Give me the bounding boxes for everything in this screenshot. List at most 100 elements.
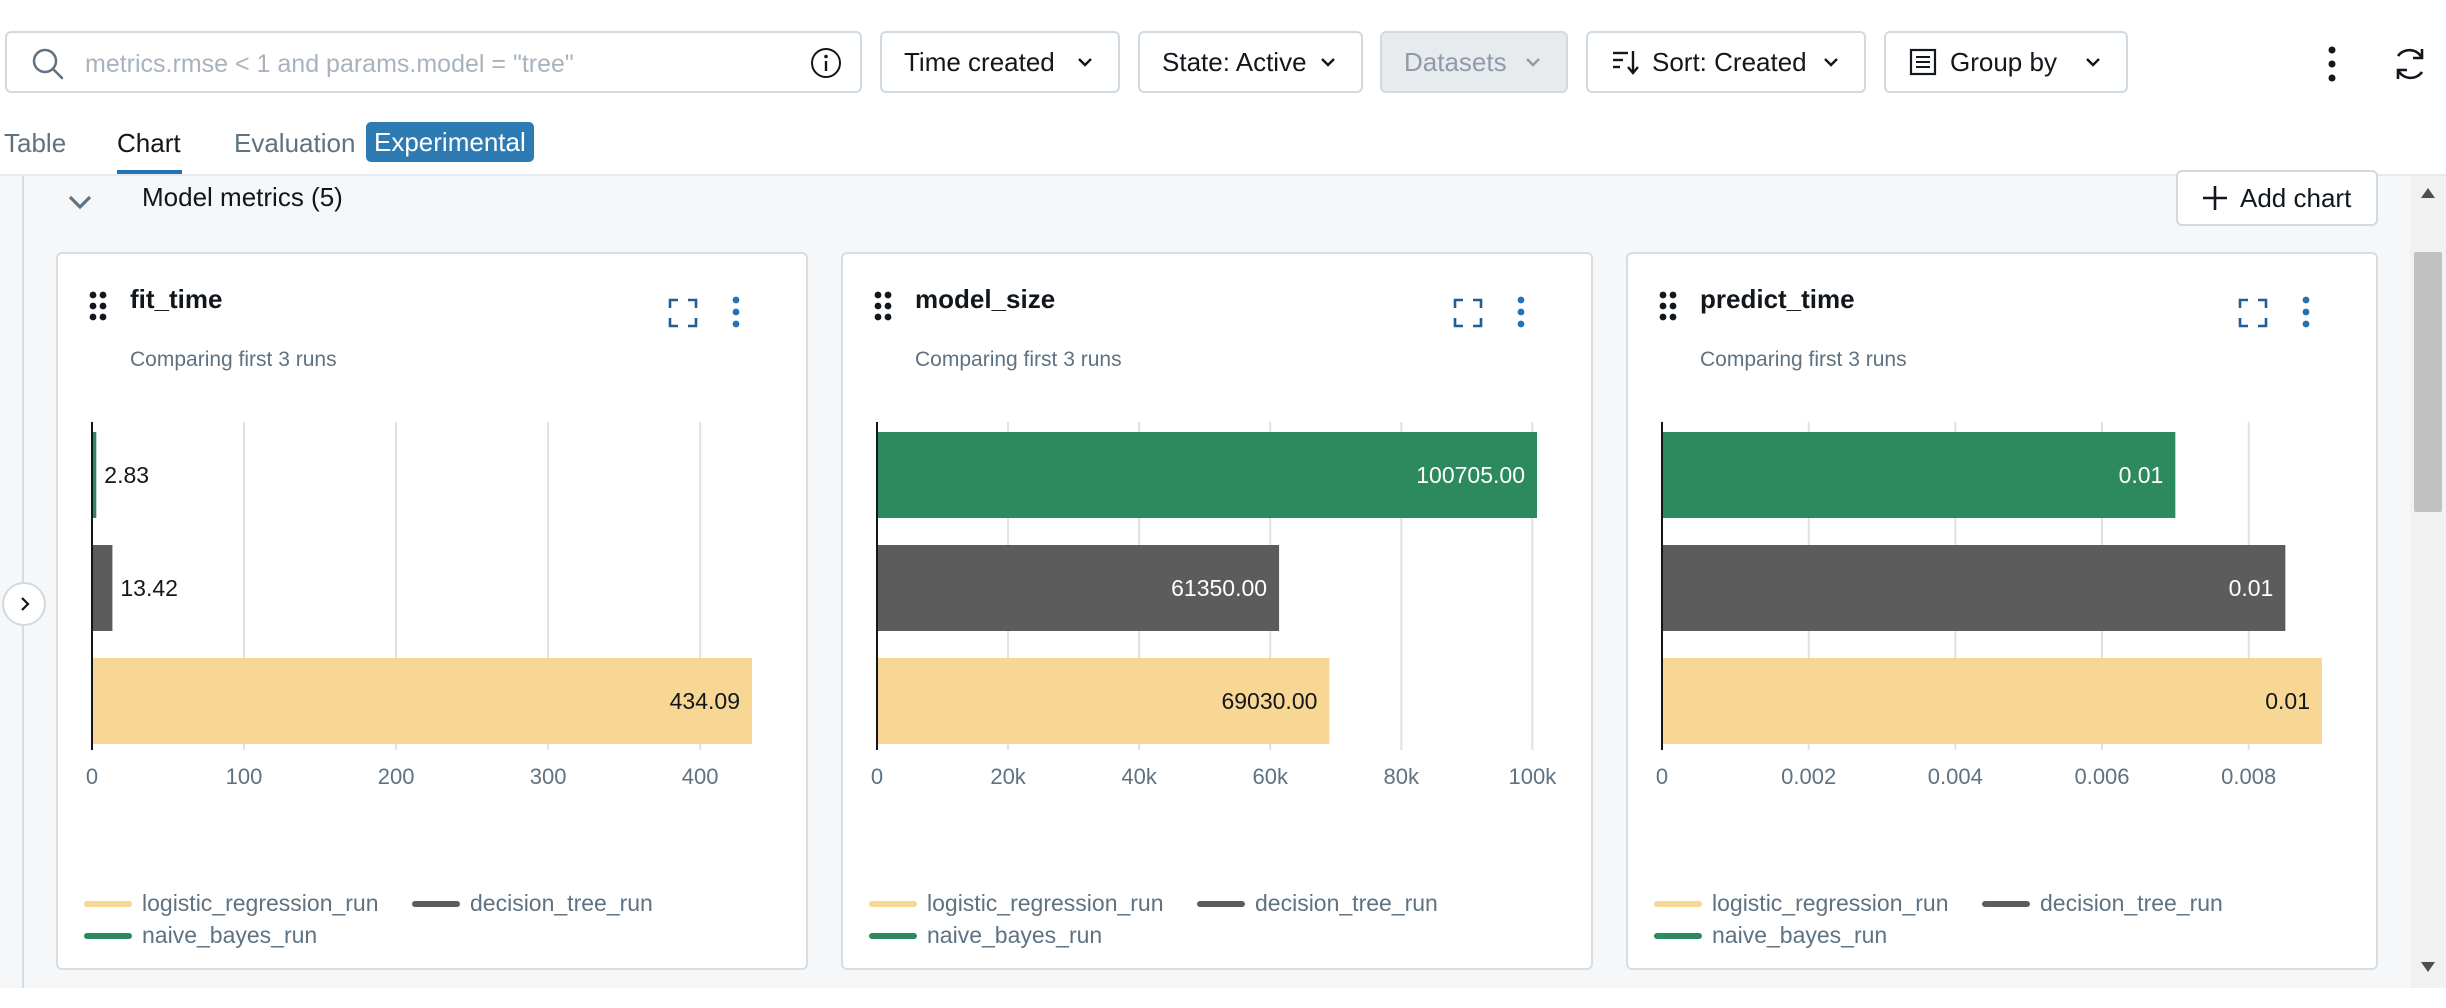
x-tick-label: 100: [226, 764, 263, 789]
legend-item[interactable]: decision_tree_run: [1982, 890, 2223, 917]
bar-chart: 0 100 200 300 400 2.83 13.42 434.09: [86, 422, 752, 789]
state-dropdown[interactable]: State: Active: [1138, 31, 1363, 93]
group-by-dropdown[interactable]: Group by: [1884, 31, 2128, 93]
x-tick-label: 200: [378, 764, 415, 789]
time-created-dropdown[interactable]: Time created: [880, 31, 1120, 93]
info-icon[interactable]: [809, 46, 843, 80]
bar-naive-bayes-run: [1662, 432, 2176, 518]
experimental-badge: Experimental: [366, 122, 534, 162]
legend-swatch: [412, 900, 460, 907]
x-tick-label: 300: [530, 764, 567, 789]
tab-chart[interactable]: Chart: [117, 128, 181, 159]
legend-item[interactable]: logistic_regression_run: [84, 890, 379, 917]
add-chart-label: Add chart: [2240, 182, 2352, 213]
chevron-down-icon: [1824, 58, 1838, 67]
bar-value-label: 100705.00: [1416, 462, 1525, 488]
x-tick-label: 0: [871, 764, 883, 789]
datasets-dropdown[interactable]: Datasets: [1380, 31, 1568, 93]
scrollbar-thumb[interactable]: [2414, 252, 2442, 512]
legend-item[interactable]: naive_bayes_run: [1654, 922, 1887, 949]
legend-swatch: [1654, 932, 1702, 939]
bar-value-label: 434.09: [670, 688, 740, 714]
plus-icon: [2203, 186, 2227, 210]
legend-swatch: [1197, 900, 1245, 907]
sort-dropdown[interactable]: Sort: Created: [1586, 31, 1866, 93]
x-tick-label: 0.006: [2074, 764, 2129, 789]
legend-label: logistic_regression_run: [1712, 890, 1949, 916]
x-tick-label: 80k: [1384, 764, 1420, 789]
x-tick-label: 0.004: [1928, 764, 1983, 789]
x-tick-label: 40k: [1121, 764, 1157, 789]
bar-logistic-regression-run: [92, 658, 752, 744]
search-icon: [32, 48, 64, 80]
expand-sidebar-button[interactable]: [2, 582, 46, 626]
bar-value-label: 61350.00: [1171, 575, 1267, 601]
vertical-scrollbar[interactable]: [2410, 176, 2446, 988]
legend-swatch: [1654, 900, 1702, 907]
search-input[interactable]: [83, 45, 777, 83]
section-title: Model metrics (5): [142, 182, 343, 212]
bar-decision-tree-run: [1662, 545, 2286, 631]
legend-label: decision_tree_run: [470, 890, 653, 916]
x-tick-label: 400: [682, 764, 719, 789]
chart-card-fit-time: fit_time Comparing first 3 runs 0 100 200 3…: [56, 252, 808, 970]
legend-swatch: [84, 932, 132, 939]
view-tabs: Table Chart Evaluation Experimental: [0, 120, 2446, 175]
legend-swatch: [869, 932, 917, 939]
x-tick-label: 0: [1656, 764, 1668, 789]
x-tick-label: 0: [86, 764, 98, 789]
chevron-down-icon: [2086, 58, 2100, 67]
sort-icon: [1613, 51, 1639, 75]
chart-card-predict-time: predict_time Comparing first 3 runs 0 0.0…: [1626, 252, 2378, 970]
state-label: State: Active: [1162, 46, 1307, 77]
chevron-right-icon: [21, 597, 30, 611]
x-tick-label: 60k: [1252, 764, 1288, 789]
scroll-down-icon[interactable]: [2420, 960, 2436, 974]
chevron-down-icon: [1078, 58, 1092, 67]
x-tick-label: 20k: [990, 764, 1026, 789]
chart-card-model-size: model_size Comparing first 3 runs 0 20k 40…: [841, 252, 1593, 970]
legend-item[interactable]: decision_tree_run: [1197, 890, 1438, 917]
chart-area: Model metrics (5) Add chart fit_time Com…: [0, 170, 2446, 988]
tab-table[interactable]: Table: [4, 128, 66, 159]
legend-item[interactable]: logistic_regression_run: [869, 890, 1164, 917]
legend-label: decision_tree_run: [2040, 890, 2223, 916]
list-icon: [1909, 48, 1937, 76]
group-by-label: Group by: [1950, 46, 2057, 77]
legend-item[interactable]: naive_bayes_run: [869, 922, 1102, 949]
bar-decision-tree-run: [92, 545, 113, 631]
time-created-label: Time created: [904, 46, 1055, 77]
sort-label: Sort: Created: [1652, 46, 1807, 77]
refresh-icon[interactable]: [2390, 44, 2430, 84]
datasets-label: Datasets: [1404, 46, 1507, 77]
add-chart-button[interactable]: Add chart: [2176, 170, 2378, 226]
bar-value-label: 0.01: [2119, 462, 2164, 488]
bar-value-label: 0.01: [2229, 575, 2274, 601]
legend-item[interactable]: naive_bayes_run: [84, 922, 317, 949]
legend-label: naive_bayes_run: [1712, 922, 1888, 948]
x-tick-label: 0.002: [1781, 764, 1836, 789]
bar-value-label: 69030.00: [1221, 688, 1317, 714]
legend-swatch: [1982, 900, 2030, 907]
toolbar: Time created State: Active Datasets Sort…: [0, 0, 2446, 120]
legend-swatch: [869, 900, 917, 907]
chevron-down-icon[interactable]: [64, 186, 96, 218]
legend-swatch: [84, 900, 132, 907]
legend-label: decision_tree_run: [1255, 890, 1438, 916]
search-box[interactable]: [5, 31, 862, 93]
more-options-icon[interactable]: [2316, 40, 2348, 88]
x-tick-label: 100k: [1509, 764, 1558, 789]
tab-evaluation[interactable]: Evaluation: [234, 128, 355, 159]
legend-item[interactable]: decision_tree_run: [412, 890, 653, 917]
bar-value-label: 2.83: [104, 462, 149, 488]
legend-label: logistic_regression_run: [142, 890, 379, 916]
legend-label: naive_bayes_run: [142, 922, 318, 948]
legend-item[interactable]: logistic_regression_run: [1654, 890, 1949, 917]
bar-value-label: 13.42: [120, 575, 178, 601]
bar-chart: 0 0.002 0.004 0.006 0.008 0.01 0.01 0.01: [1656, 422, 2322, 789]
x-tick-label: 0.008: [2221, 764, 2276, 789]
legend-label: naive_bayes_run: [927, 922, 1103, 948]
scroll-up-icon[interactable]: [2420, 186, 2436, 200]
bar-chart: 0 20k 40k 60k 80k 100k 100705.00 61350.00 69030.…: [871, 422, 1558, 789]
chevron-down-icon: [1526, 58, 1540, 67]
